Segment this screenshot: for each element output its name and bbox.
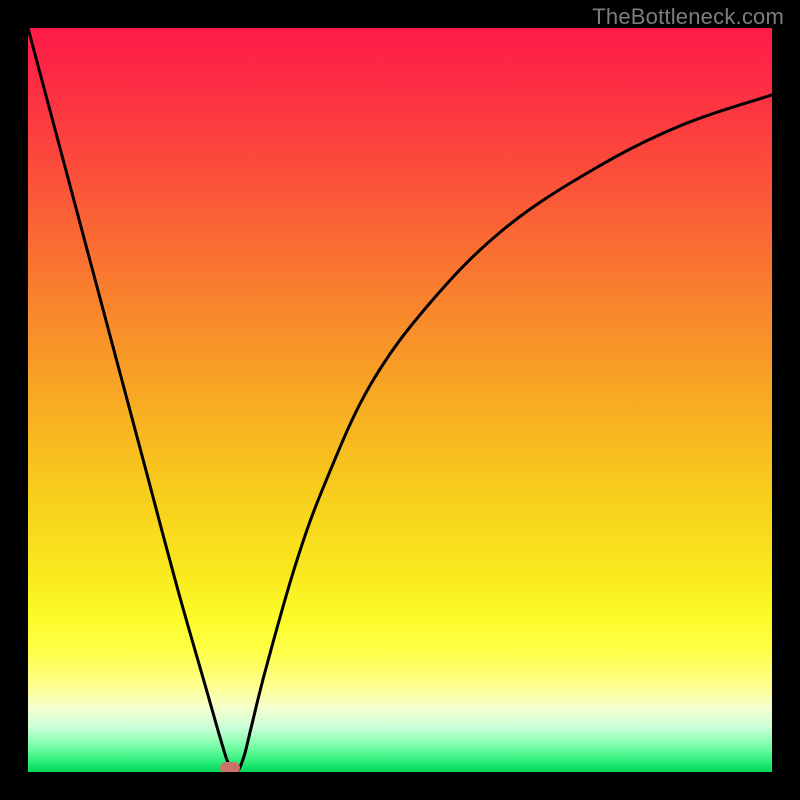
bottleneck-curve [28,28,772,772]
chart-frame: TheBottleneck.com [0,0,800,800]
optimum-marker [220,762,240,772]
watermark-text: TheBottleneck.com [592,4,784,30]
plot-area [28,28,772,772]
